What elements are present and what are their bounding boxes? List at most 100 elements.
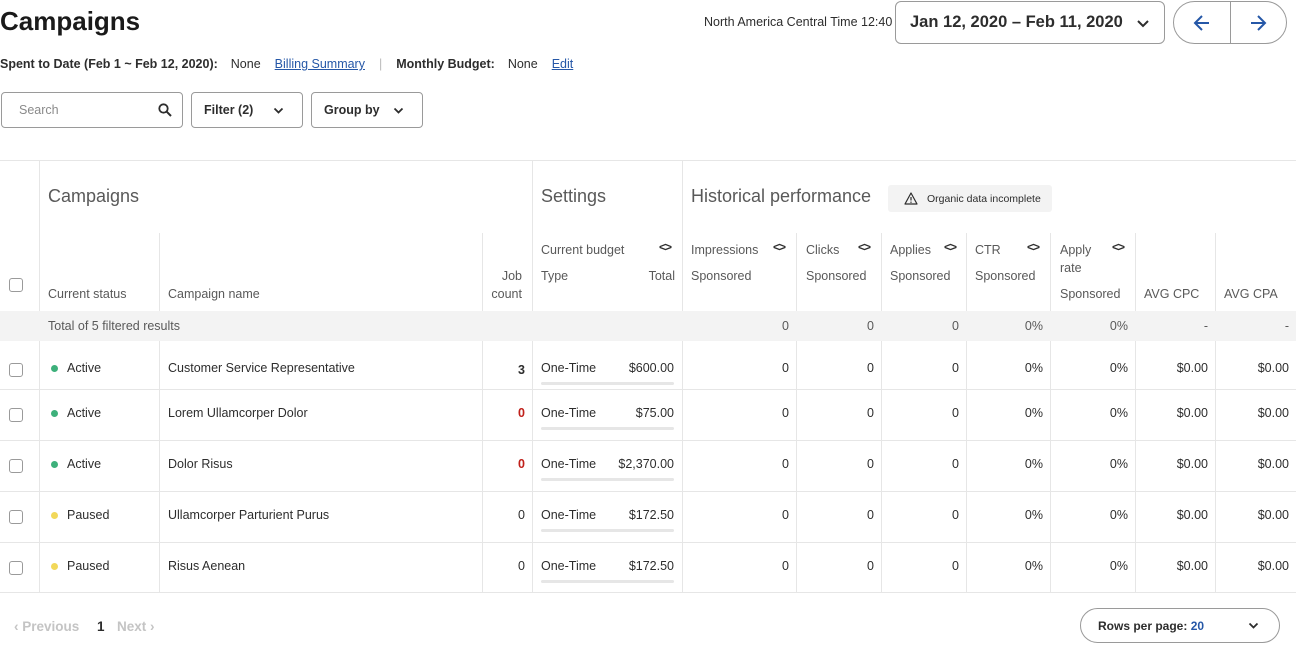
column-header-ctr[interactable]: CTR <box>975 241 1001 259</box>
rows-per-page-select[interactable]: Rows per page: 20 <box>1080 608 1280 643</box>
budget-total: $75.00 <box>635 406 674 420</box>
expand-collapse-icon[interactable]: <> <box>659 240 672 254</box>
filter-button[interactable]: Filter (2) <box>191 92 303 128</box>
clicks-value: 0 <box>867 361 874 375</box>
budget-type: One-Time <box>541 406 597 420</box>
total-row-label: Total of 5 filtered results <box>48 319 181 333</box>
impressions-value: 0 <box>782 406 789 420</box>
status-label: Paused <box>67 508 110 522</box>
row-checkbox[interactable] <box>9 363 23 377</box>
job-count[interactable]: 0 <box>482 406 525 420</box>
apply-rate-label-line2: rate <box>1060 261 1082 275</box>
next-period-button[interactable] <box>1231 2 1287 43</box>
monthly-budget-label: Monthly Budget: <box>396 57 495 71</box>
search-icon[interactable] <box>158 103 172 117</box>
impressions-value: 0 <box>782 361 789 375</box>
expand-collapse-icon[interactable]: <> <box>1027 240 1040 254</box>
apply-rate-value: 0% <box>1109 406 1128 420</box>
column-header-impressions[interactable]: Impressions <box>691 241 758 259</box>
job-count[interactable]: 0 <box>482 457 525 471</box>
rows-per-page-text: Rows per page: 20 <box>1098 619 1204 633</box>
next-label: Next <box>117 619 147 634</box>
applies-value: 0 <box>952 406 959 420</box>
campaign-name[interactable]: Risus Aenean <box>168 559 245 573</box>
ctr-value: 0% <box>1024 508 1043 522</box>
column-header-applies-sponsored: Sponsored <box>890 269 951 283</box>
applies-value: 0 <box>952 508 959 522</box>
avg-cpa-value: $0.00 <box>1257 406 1289 420</box>
group-by-button[interactable]: Group by <box>311 92 423 128</box>
previous-period-button[interactable] <box>1174 2 1231 43</box>
status-dot <box>51 512 58 519</box>
table-row[interactable]: Active Customer Service Representative 3… <box>0 341 1296 391</box>
expand-collapse-icon[interactable]: <> <box>773 240 786 254</box>
avg-cpc-value: $0.00 <box>1176 559 1208 573</box>
column-header-current-budget[interactable]: Current budget <box>541 241 624 259</box>
clicks-value: 0 <box>867 406 874 420</box>
campaign-name[interactable]: Customer Service Representative <box>168 361 355 375</box>
row-checkbox[interactable] <box>9 561 23 575</box>
expand-collapse-icon[interactable]: <> <box>944 240 957 254</box>
edit-budget-link[interactable]: Edit <box>552 57 574 71</box>
column-header-job-count[interactable]: Job count <box>482 267 522 303</box>
total-clicks: 0 <box>867 319 874 333</box>
chevron-down-icon <box>273 107 284 114</box>
billing-summary-link[interactable]: Billing Summary <box>275 57 365 71</box>
campaign-name[interactable]: Dolor Risus <box>168 457 233 471</box>
job-count-label-line2: count <box>491 287 522 301</box>
column-header-status[interactable]: Current status <box>48 285 127 303</box>
budget-total: $600.00 <box>628 361 674 375</box>
organic-data-notice: Organic data incomplete <box>888 185 1052 212</box>
column-header-avg-cpc[interactable]: AVG CPC <box>1144 285 1199 303</box>
group-header-settings: Settings <box>541 186 607 206</box>
column-header-name[interactable]: Campaign name <box>168 285 260 303</box>
budget-total: $172.50 <box>628 559 674 573</box>
column-header-apply-rate[interactable]: Apply rate <box>1060 241 1091 277</box>
status-dot <box>51 461 58 468</box>
column-header-applies[interactable]: Applies <box>890 241 931 259</box>
column-header-avg-cpa[interactable]: AVG CPA <box>1224 285 1278 303</box>
group-header-campaigns: Campaigns <box>48 186 140 206</box>
row-checkbox[interactable] <box>9 459 23 473</box>
table-row[interactable]: Active Lorem Ullamcorper Dolor 0 One-Tim… <box>0 390 1296 441</box>
budget-total: $172.50 <box>628 508 674 522</box>
total-applies: 0 <box>952 319 959 333</box>
column-header-clicks[interactable]: Clicks <box>806 241 839 259</box>
apply-rate-value: 0% <box>1109 508 1128 522</box>
current-page-number[interactable]: 1 <box>97 619 105 634</box>
previous-page-button[interactable]: ‹ Previous <box>14 619 79 634</box>
timezone-clock: North America Central Time 12:40 <box>704 15 893 29</box>
search-input[interactable] <box>19 103 139 117</box>
column-header-clicks-sponsored: Sponsored <box>806 269 867 283</box>
total-apply-rate: 0% <box>1109 319 1128 333</box>
column-header-total[interactable]: Total <box>620 267 675 285</box>
total-impressions: 0 <box>782 319 789 333</box>
table-row[interactable]: Paused Ullamcorper Parturient Purus 0 On… <box>0 492 1296 543</box>
expand-collapse-icon[interactable]: <> <box>858 240 871 254</box>
applies-value: 0 <box>952 361 959 375</box>
job-count[interactable]: 3 <box>482 363 525 377</box>
job-count[interactable]: 0 <box>482 508 525 522</box>
spent-value: None <box>230 57 261 71</box>
row-checkbox[interactable] <box>9 510 23 524</box>
table-row[interactable]: Paused Risus Aenean 0 One-Time $172.50 0… <box>0 543 1296 593</box>
table-row[interactable]: Active Dolor Risus 0 One-Time $2,370.00 … <box>0 441 1296 492</box>
row-checkbox[interactable] <box>9 408 23 422</box>
ctr-value: 0% <box>1024 559 1043 573</box>
budget-type: One-Time <box>541 559 597 573</box>
date-range-label: Jan 12, 2020 – Feb 11, 2020 <box>910 13 1123 31</box>
rows-per-page-label: Rows per page: <box>1098 618 1188 633</box>
apply-rate-label-line1: Apply <box>1060 243 1092 257</box>
campaign-name[interactable]: Ullamcorper Parturient Purus <box>168 508 329 522</box>
next-page-button[interactable]: Next › <box>117 619 155 634</box>
job-count[interactable]: 0 <box>482 559 525 573</box>
column-header-type[interactable]: Type <box>541 267 568 285</box>
date-range-picker[interactable]: Jan 12, 2020 – Feb 11, 2020 <box>895 1 1165 44</box>
apply-rate-value: 0% <box>1109 361 1128 375</box>
job-count-label-line1: Job <box>501 269 522 283</box>
campaign-name[interactable]: Lorem Ullamcorper Dolor <box>168 406 308 420</box>
spend-summary: Spent to Date (Feb 1 ~ Feb 12, 2020): No… <box>0 57 573 71</box>
expand-collapse-icon[interactable]: <> <box>1112 240 1125 254</box>
select-all-checkbox[interactable] <box>9 278 23 292</box>
apply-rate-value: 0% <box>1109 559 1128 573</box>
